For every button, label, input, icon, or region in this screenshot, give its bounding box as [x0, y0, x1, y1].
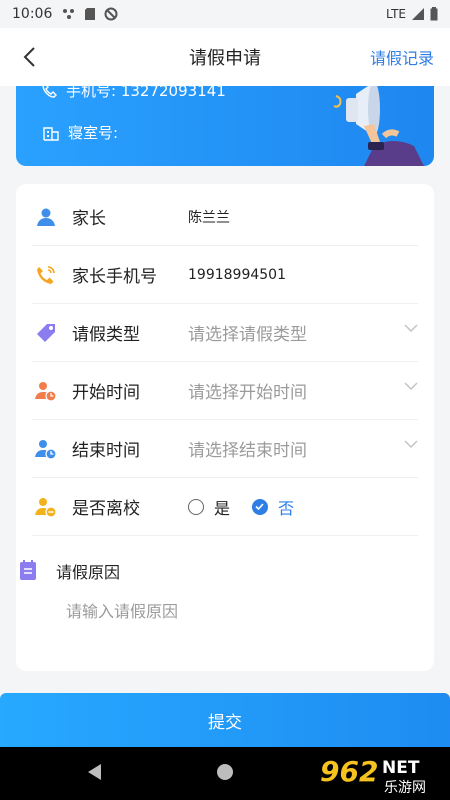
leave-school-yes-radio[interactable]: 是	[188, 495, 230, 519]
reason-row: 请假原因	[16, 556, 402, 586]
tag-icon	[37, 323, 55, 342]
status-icons	[62, 7, 118, 21]
leave-type-label: 请假类型	[72, 325, 140, 345]
leave-school-radio-group: 是 否	[188, 495, 316, 519]
phone-ring-icon	[37, 265, 55, 284]
end-time-select[interactable]: 请选择结束时间	[188, 436, 307, 461]
battery-icon	[430, 7, 438, 21]
parent-row: 家长 陈兰兰	[32, 188, 418, 246]
banner-dorm-text: 寝室号:	[68, 124, 119, 142]
submit-button[interactable]: 提交	[0, 693, 450, 747]
banner-dorm: 寝室号:	[42, 122, 118, 143]
leave-record-link[interactable]: 请假记录	[370, 45, 434, 69]
parent-value: 陈兰兰	[188, 209, 230, 226]
start-time-label: 开始时间	[72, 383, 140, 403]
site-watermark-logo: 962 NET 乐游网	[310, 751, 450, 797]
megaphone-illustration	[333, 86, 424, 166]
reason-label: 请假原因	[56, 563, 121, 582]
radio-checked-icon	[252, 498, 269, 515]
watermark-net: NET	[382, 758, 420, 778]
parent-phone-label: 家长手机号	[72, 267, 157, 287]
sdcard-icon	[85, 8, 96, 20]
end-time-row[interactable]: 结束时间 请选择结束时间	[32, 420, 418, 478]
person-clock-icon	[35, 381, 57, 402]
phone-icon	[42, 86, 57, 98]
status-time: 10:06	[12, 6, 53, 22]
person-clock-icon	[35, 439, 57, 460]
radio-unchecked-icon	[188, 498, 204, 515]
chevron-down-icon	[404, 382, 418, 390]
leave-school-yes-label: 是	[214, 498, 231, 518]
status-bar: 10:06 LTE	[0, 0, 450, 28]
parent-phone-row: 家长手机号 19918994501	[32, 246, 418, 304]
signal-icon	[412, 8, 424, 20]
network-label: LTE	[386, 7, 406, 21]
dots-icon	[63, 9, 75, 19]
watermark-962: 962	[320, 755, 378, 788]
student-info-banner: 手机号: 13272093141 寝室号:	[16, 86, 434, 166]
chevron-down-icon	[404, 440, 418, 448]
nav-bar: 请假申请 请假记录	[0, 28, 450, 86]
home-circle-icon[interactable]	[216, 763, 234, 781]
back-triangle-icon[interactable]	[86, 763, 102, 781]
leave-type-row[interactable]: 请假类型 请选择请假类型	[32, 304, 418, 362]
banner-phone-text: 手机号: 13272093141	[66, 86, 226, 100]
leave-school-no-radio[interactable]: 否	[252, 495, 294, 519]
leave-type-select[interactable]: 请选择请假类型	[188, 320, 307, 345]
chevron-down-icon	[404, 324, 418, 332]
leave-school-no-label: 否	[278, 498, 295, 518]
leave-school-row: 是否离校 是 否	[32, 478, 418, 536]
person-minus-icon	[35, 497, 57, 518]
parent-phone-value: 19918994501	[188, 266, 286, 283]
person-icon	[37, 208, 55, 226]
dorm-icon	[43, 126, 59, 141]
parent-label: 家长	[72, 209, 106, 229]
start-time-select[interactable]: 请选择开始时间	[188, 378, 307, 403]
notebook-icon	[20, 560, 36, 580]
banner-phone: 手机号: 13272093141	[42, 86, 226, 101]
leave-school-label: 是否离校	[72, 499, 140, 519]
reason-textarea[interactable]: 请输入请假原因	[66, 598, 178, 622]
watermark-site: 乐游网	[384, 780, 426, 796]
do-not-disturb-icon	[104, 7, 118, 21]
start-time-row[interactable]: 开始时间 请选择开始时间	[32, 362, 418, 420]
end-time-label: 结束时间	[72, 441, 140, 461]
